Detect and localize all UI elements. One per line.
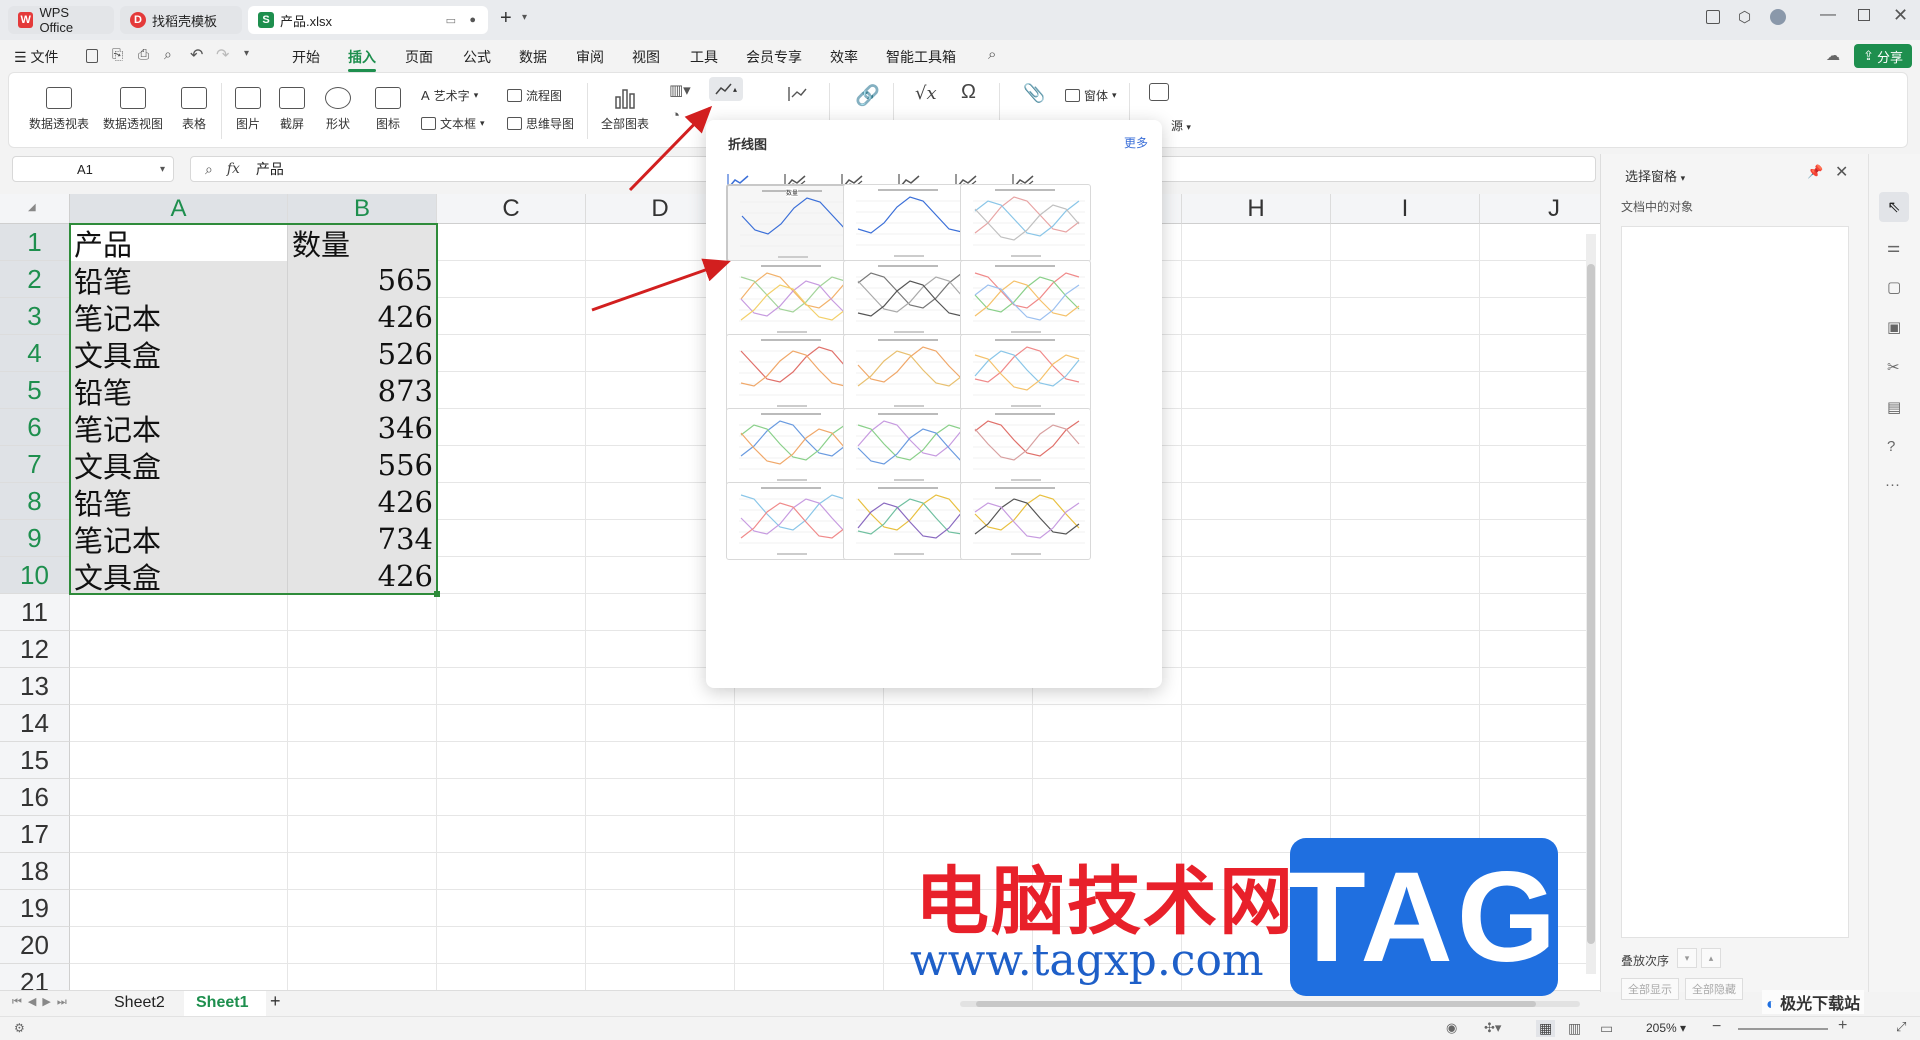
watermark-tag-logo: TAG (1288, 838, 1558, 996)
corner-watermark: ◐ 极光下载站 (1762, 990, 1865, 1014)
arrow-to-first-template (591, 258, 731, 312)
watermark-url: www.tagxp.com (910, 935, 1264, 986)
watermark-site-name: 电脑技术网 (915, 859, 1295, 945)
arrow-to-line-chart-button (628, 105, 713, 192)
aurora-logo-icon: ◐ (1766, 996, 1776, 1013)
